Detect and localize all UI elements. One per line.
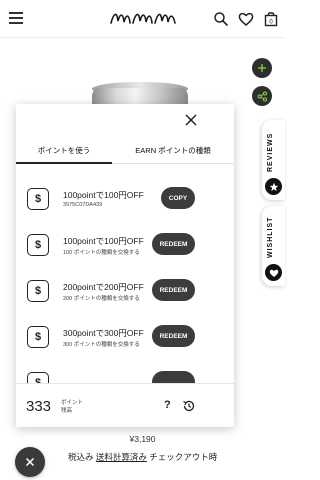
redeem-button[interactable]: REDEEM: [152, 325, 195, 347]
share-button[interactable]: [252, 86, 272, 106]
plus-button[interactable]: [252, 58, 272, 78]
help-icon[interactable]: ?: [164, 399, 171, 411]
reward-title: 300pointで300円OFF: [63, 328, 144, 338]
list-item: $ 100pointで100円OFF 100 ポイントの種類を交換する REDE…: [16, 225, 234, 265]
svg-text:0: 0: [269, 20, 273, 26]
redeem-button[interactable]: REDEEM: [152, 279, 195, 301]
tab-use-points[interactable]: ポイントを使う: [16, 138, 112, 164]
hamburger-menu-icon[interactable]: [9, 12, 23, 24]
wishlist-tab-label: WISHLIST: [267, 216, 274, 258]
dollar-icon: $: [27, 234, 49, 256]
rewards-popup: ポイントを使う EARN ポイントの種類 $ 100pointで100円OFF …: [16, 104, 234, 427]
reward-title: 100pointで100円OFF: [63, 236, 144, 246]
plus-icon: [258, 64, 266, 72]
list-item: $ 100pointで100円OFF 3975C07DA439 COPY: [16, 179, 234, 219]
wishlist-tab[interactable]: WISHLIST: [262, 206, 285, 286]
search-icon[interactable]: [213, 11, 229, 27]
tax-prefix: 税込み: [68, 452, 94, 462]
dollar-icon: $: [27, 188, 49, 210]
reward-subtitle: 300 ポイントの種類を交換する: [63, 342, 140, 348]
dollar-icon: $: [27, 326, 49, 348]
tab-earn-points[interactable]: EARN ポイントの種類: [112, 138, 234, 164]
rewards-list: $ 100pointで100円OFF 3975C07DA439 COPY $ 1…: [16, 166, 234, 383]
close-rewards-button[interactable]: [15, 447, 45, 477]
shipping-link[interactable]: 送料計算済み: [96, 452, 147, 462]
list-item-partial: $: [16, 363, 234, 383]
close-icon: [25, 457, 35, 467]
redeem-button[interactable]: REDEEM: [152, 233, 195, 255]
rewards-tabs: ポイントを使う EARN ポイントの種類: [16, 138, 234, 164]
points-footer: 333 ポイント 残高 ?: [16, 383, 234, 427]
shopping-bag-icon[interactable]: 0: [263, 11, 279, 27]
list-item: $ 300pointで300円OFF 300 ポイントの種類を交換する REDE…: [16, 317, 234, 357]
tax-note: 税込み 送料計算済み チェックアウト時: [68, 451, 217, 463]
redeem-button-partial[interactable]: [152, 371, 195, 383]
heart-filled-icon: [265, 264, 282, 281]
reviews-tab-label: REVIEWS: [267, 132, 274, 172]
tax-suffix: チェックアウト時: [149, 452, 218, 462]
heart-icon[interactable]: [238, 11, 254, 27]
dollar-icon: $: [27, 280, 49, 302]
reward-code: 3975C07DA439: [63, 202, 103, 208]
list-item: $ 200pointで200円OFF 200 ポイントの種類を交換する REDE…: [16, 271, 234, 311]
copy-button[interactable]: COPY: [161, 187, 195, 209]
close-icon[interactable]: [184, 113, 198, 127]
reward-subtitle: 200 ポイントの種類を交換する: [63, 296, 140, 302]
reward-subtitle: 100 ポイントの種類を交換する: [63, 250, 140, 256]
points-balance: 333: [26, 398, 52, 415]
share-icon: [257, 91, 267, 101]
reward-title: 200pointで200円OFF: [63, 282, 144, 292]
points-label: ポイント: [61, 400, 84, 406]
product-price: ¥3,190: [129, 434, 156, 444]
brand-logo[interactable]: [108, 8, 180, 28]
history-icon[interactable]: [182, 399, 196, 413]
star-icon: [265, 178, 282, 195]
reward-title: 100pointで100円OFF: [63, 190, 144, 200]
dollar-icon: $: [27, 372, 49, 383]
site-header: 0: [0, 0, 285, 38]
reviews-tab[interactable]: REVIEWS: [262, 120, 285, 200]
balance-label: 残高: [61, 408, 73, 414]
